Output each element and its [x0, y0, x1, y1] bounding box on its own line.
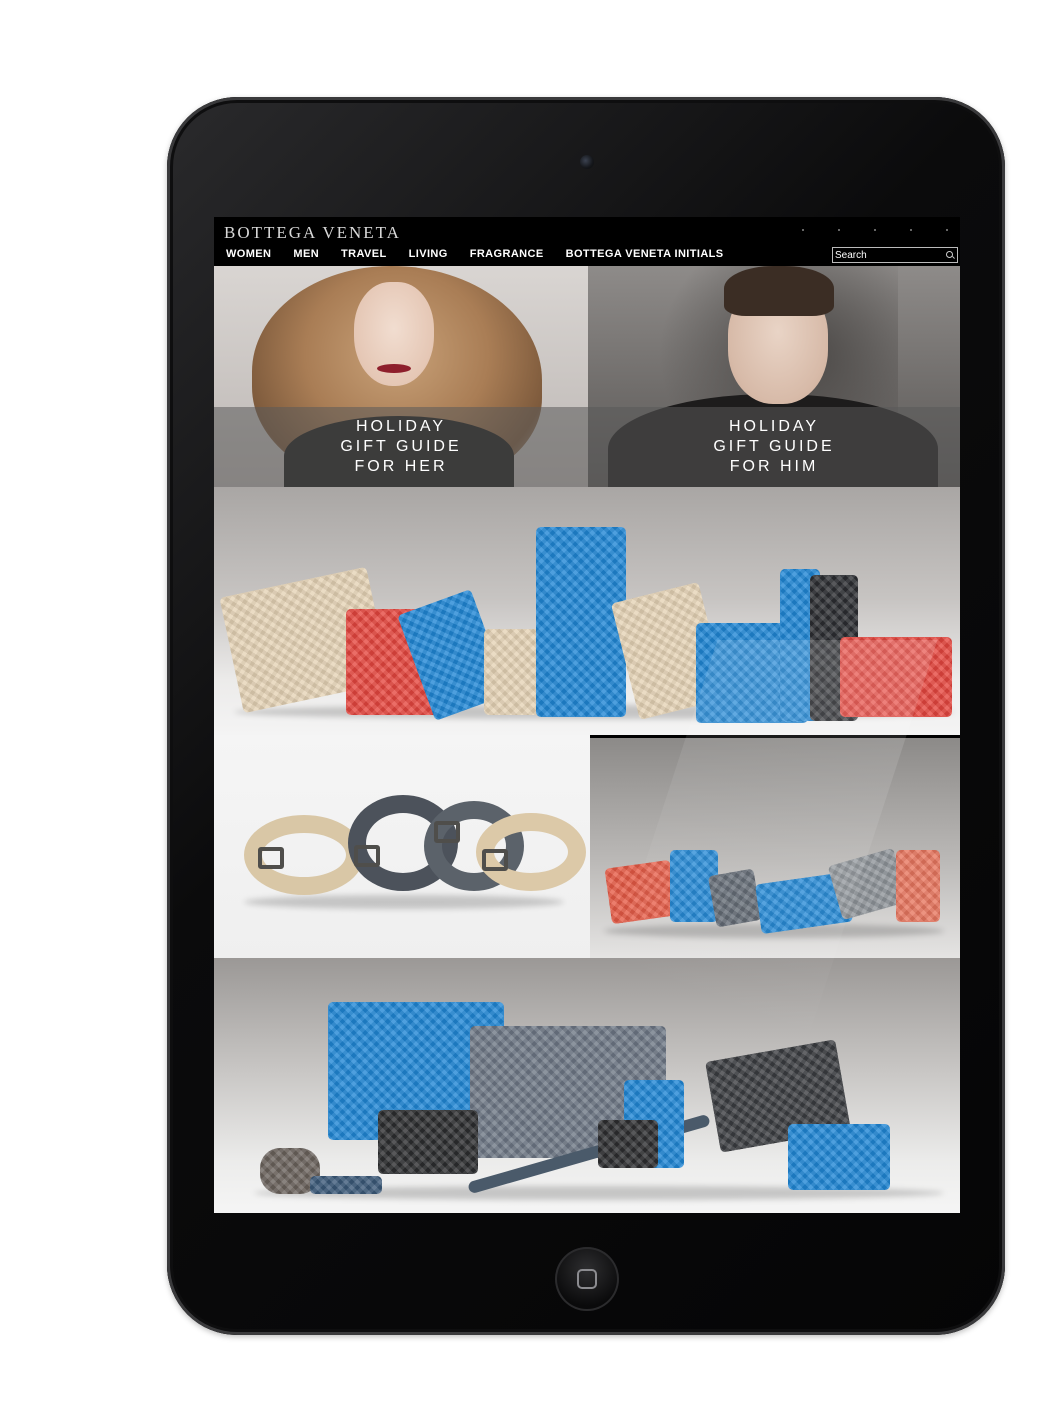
- card-case-image: [604, 859, 678, 925]
- caption-line: GIFT GUIDE: [340, 438, 462, 455]
- wallet-image: [536, 527, 626, 717]
- main-nav: WOMEN MEN TRAVEL LIVING FRAGRANCE BOTTEG…: [226, 248, 746, 260]
- promo-gift-guide-her[interactable]: HOLIDAY GIFT GUIDE FOR HER: [214, 266, 588, 487]
- key-ring-image: [310, 1176, 382, 1194]
- belts-product-image[interactable]: [214, 735, 590, 958]
- caption-line: FOR HER: [354, 458, 448, 475]
- wallet-image: [788, 1124, 890, 1190]
- tablet-screen: BOTTEGA VENETA WOMEN MEN TRAVEL LIVING F…: [214, 217, 960, 1213]
- caption-line: HOLIDAY: [728, 418, 820, 435]
- nav-item-living[interactable]: LIVING: [409, 248, 448, 260]
- zip-wallet-image: [378, 1110, 478, 1174]
- wallets-product-image[interactable]: [214, 487, 960, 735]
- caption-line: GIFT GUIDE: [713, 438, 835, 455]
- home-button-icon: [577, 1269, 597, 1289]
- wallet-image: [840, 637, 952, 717]
- card-case-image: [707, 868, 763, 928]
- search-box: [832, 247, 958, 263]
- promo-gift-guide-him[interactable]: HOLIDAY GIFT GUIDE FOR HIM: [588, 266, 960, 487]
- nav-item-fragrance[interactable]: FRAGRANCE: [470, 248, 544, 260]
- camera-icon: [580, 155, 594, 169]
- home-button[interactable]: [555, 1247, 619, 1311]
- site-header: BOTTEGA VENETA WOMEN MEN TRAVEL LIVING F…: [214, 217, 960, 266]
- wallet-image: [598, 1120, 658, 1168]
- nav-item-initials[interactable]: BOTTEGA VENETA INITIALS: [566, 248, 724, 260]
- promo-caption-him: HOLIDAY GIFT GUIDE FOR HIM: [588, 417, 960, 477]
- search-icon[interactable]: [946, 251, 953, 258]
- buckle-image: [354, 845, 380, 867]
- small-leather-goods-image[interactable]: [590, 738, 960, 958]
- nav-item-women[interactable]: WOMEN: [226, 248, 271, 260]
- model-hair-image: [724, 266, 834, 316]
- brand-logo[interactable]: BOTTEGA VENETA: [224, 223, 401, 243]
- nav-item-men[interactable]: MEN: [293, 248, 319, 260]
- caption-line: FOR HIM: [729, 458, 819, 475]
- model-lips-image: [377, 364, 411, 373]
- buckle-image: [482, 849, 508, 871]
- card-case-image: [896, 850, 940, 922]
- caption-line: HOLIDAY: [355, 418, 447, 435]
- promo-caption-her: HOLIDAY GIFT GUIDE FOR HER: [214, 417, 588, 477]
- nav-item-travel[interactable]: TRAVEL: [341, 248, 387, 260]
- bags-product-image[interactable]: [214, 958, 960, 1213]
- status-bar-dots: [802, 229, 948, 231]
- search-input[interactable]: [835, 248, 939, 262]
- buckle-image: [434, 821, 460, 843]
- buckle-image: [258, 847, 284, 869]
